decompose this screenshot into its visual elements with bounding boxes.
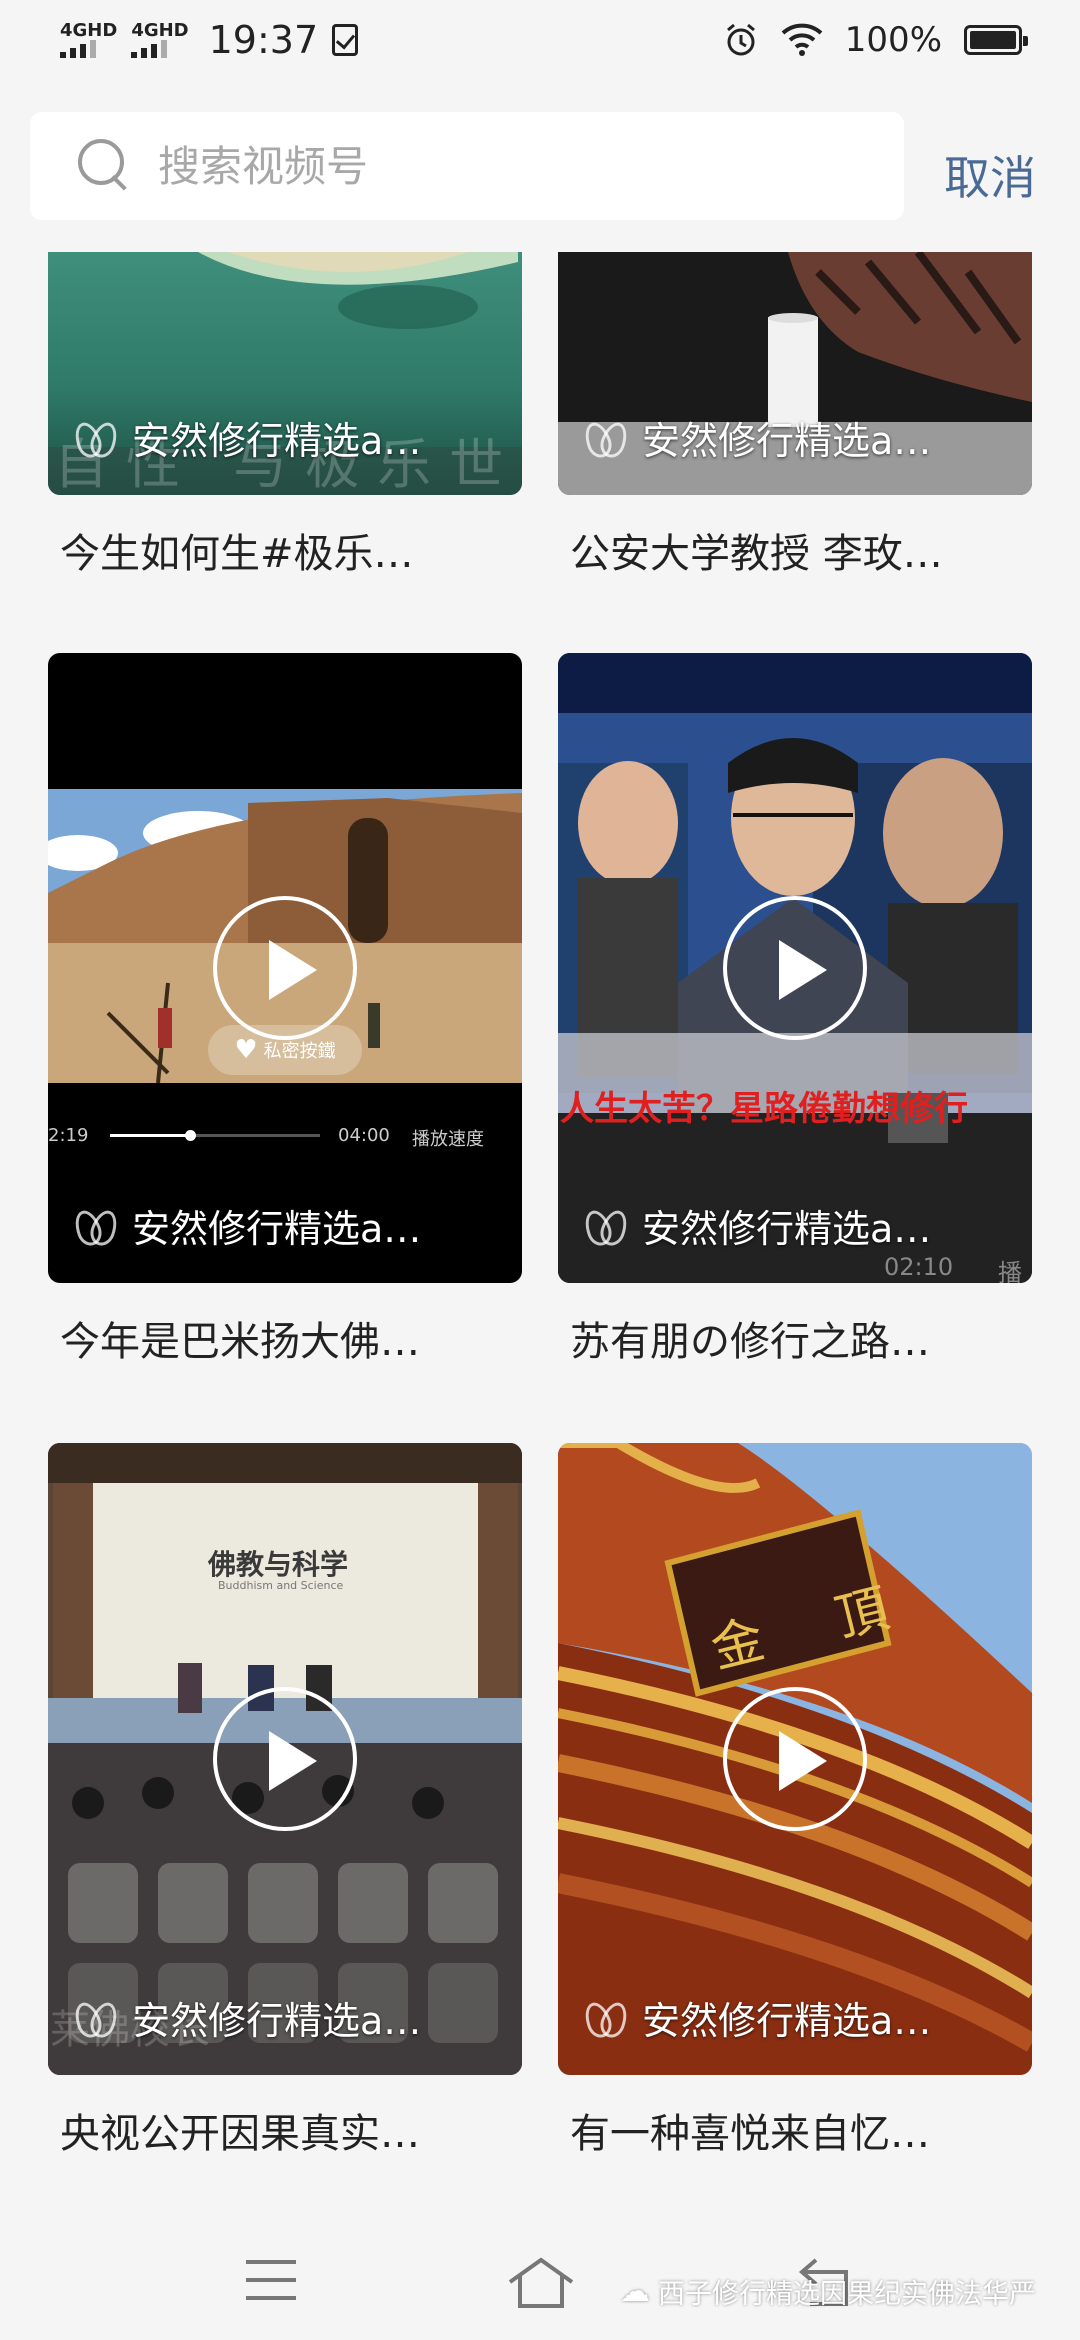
navigation-bar: ☁ 西子修行精选因果纪实佛法华严 xyxy=(0,2228,1080,2340)
video-title[interactable]: 央视公开因果真实… xyxy=(60,2101,522,2159)
video-time: 02:10 xyxy=(884,1253,954,1281)
channel-name: 安然修行精选a… xyxy=(642,419,932,463)
favorite-label: 私密按鐵 xyxy=(263,1041,336,1062)
signal-icon: 4GHD xyxy=(131,20,189,58)
search-icon xyxy=(78,139,132,193)
video-title[interactable]: 公安大学教授 李玫… xyxy=(570,521,1032,579)
channels-logo-icon xyxy=(76,422,114,454)
channel-name: 安然修行精选a… xyxy=(132,419,422,463)
total-time: 04:00 xyxy=(338,1125,390,1146)
search-input[interactable] xyxy=(158,141,858,191)
network-type: 4GHD xyxy=(131,20,189,41)
video-thumbnail[interactable]: 佛教与科学 Buddhism and Science 莱佛校长 安然修行精选a… xyxy=(48,1443,522,2075)
play-button[interactable] xyxy=(213,1687,357,1831)
battery-percent: 100% xyxy=(844,20,942,60)
video-thumbnail[interactable]: 安然修行精选a… xyxy=(558,252,1032,495)
play-button[interactable] xyxy=(723,896,867,1040)
channel-label: 安然修行精选a… xyxy=(586,1990,931,2045)
video-card[interactable]: 人生太苦？星路倦勤想修行 那對我來說我相信 02:10 播 安然修行精选a… 苏… xyxy=(558,653,1032,1367)
status-bar: 4GHD 4GHD 19:37 100% xyxy=(0,0,1080,90)
video-card[interactable]: 金 頂 安然修行精选a… 有一种喜悦来自忆… xyxy=(558,1443,1032,2159)
wifi-icon xyxy=(781,23,823,56)
play-button[interactable] xyxy=(723,1687,867,1831)
video-thumbnail[interactable]: 自性 与极乐世 安然修行精选a… xyxy=(48,252,522,495)
channel-label: 安然修行精选a… xyxy=(76,1990,421,2045)
heart-icon: ♥ xyxy=(234,1035,258,1065)
channels-logo-icon xyxy=(76,1210,114,1242)
video-card[interactable]: ♥ 私密按鐵 2:19 04:00 播放速度 安然修行精选a… 今年是巴米扬大佛… xyxy=(48,653,522,1367)
progress-track[interactable] xyxy=(110,1130,320,1141)
channels-logo-icon xyxy=(586,422,624,454)
cancel-button[interactable]: 取消 xyxy=(944,142,1036,208)
battery-icon xyxy=(964,25,1028,55)
search-bar: 取消 xyxy=(0,112,1080,222)
video-card[interactable]: 安然修行精选a… 公安大学教授 李玫… xyxy=(558,252,1032,579)
channel-name: 安然修行精选a… xyxy=(132,1207,422,1251)
network-type: 4GHD xyxy=(60,20,118,41)
channel-name: 安然修行精选a… xyxy=(132,1999,422,2043)
channel-label: 安然修行精选a… xyxy=(76,1198,421,1253)
channels-logo-icon xyxy=(76,2002,114,2034)
alarm-icon xyxy=(726,23,755,56)
banner-subtitle: Buddhism and Science xyxy=(218,1579,344,1592)
search-box[interactable] xyxy=(30,112,904,220)
channel-name: 安然修行精选a… xyxy=(642,1207,932,1251)
video-title[interactable]: 有一种喜悦来自忆… xyxy=(570,2101,1032,2159)
channels-logo-icon xyxy=(586,1210,624,1242)
progress-fill xyxy=(110,1134,190,1137)
caption-subtitle: 那對我來說我相信 xyxy=(560,1126,785,1159)
signal-icon: 4GHD xyxy=(60,22,117,58)
channel-label: 安然修行精选a… xyxy=(586,410,931,465)
progress-knob[interactable] xyxy=(184,1130,196,1141)
player-controls: 2:19 04:00 播放速度 xyxy=(48,1121,522,1151)
video-thumbnail[interactable]: 人生太苦？星路倦勤想修行 那對我來說我相信 02:10 播 安然修行精选a… xyxy=(558,653,1032,1283)
channel-label: 安然修行精选a… xyxy=(586,1198,931,1253)
current-time: 2:19 xyxy=(48,1125,89,1146)
video-thumbnail[interactable]: ♥ 私密按鐵 2:19 04:00 播放速度 安然修行精选a… xyxy=(48,653,522,1283)
video-card[interactable]: 自性 与极乐世 安然修行精选a… 今生如何生#极乐… xyxy=(48,252,522,579)
banner-title: 佛教与科学 xyxy=(208,1548,349,1581)
menu-icon[interactable] xyxy=(246,2260,296,2304)
video-title[interactable]: 今年是巴米扬大佛… xyxy=(60,1309,522,1367)
channels-logo-icon xyxy=(586,2002,624,2034)
clock: 19:37 xyxy=(208,18,319,62)
video-card[interactable]: 佛教与科学 Buddhism and Science 莱佛校长 安然修行精选a…… xyxy=(48,1443,522,2159)
watermark: ☁ 西子修行精选因果纪实佛法华严 xyxy=(620,2272,1036,2311)
play-button[interactable] xyxy=(213,896,357,1040)
watermark-text: 西子修行精选因果纪实佛法华严 xyxy=(658,2279,1036,2310)
home-icon[interactable] xyxy=(506,2252,576,2312)
clipboard-check-icon xyxy=(332,24,359,56)
channel-name: 安然修行精选a… xyxy=(642,1999,932,2043)
video-thumbnail[interactable]: 金 頂 安然修行精选a… xyxy=(558,1443,1032,2075)
video-title[interactable]: 苏有朋の修行之路… xyxy=(570,1309,1032,1367)
channel-label: 安然修行精选a… xyxy=(76,410,421,465)
speed-edge: 播 xyxy=(998,1259,1022,1283)
video-title[interactable]: 今生如何生#极乐… xyxy=(60,521,522,579)
speed-button[interactable]: 播放速度 xyxy=(412,1125,484,1151)
wechat-icon: ☁ xyxy=(620,2274,650,2309)
